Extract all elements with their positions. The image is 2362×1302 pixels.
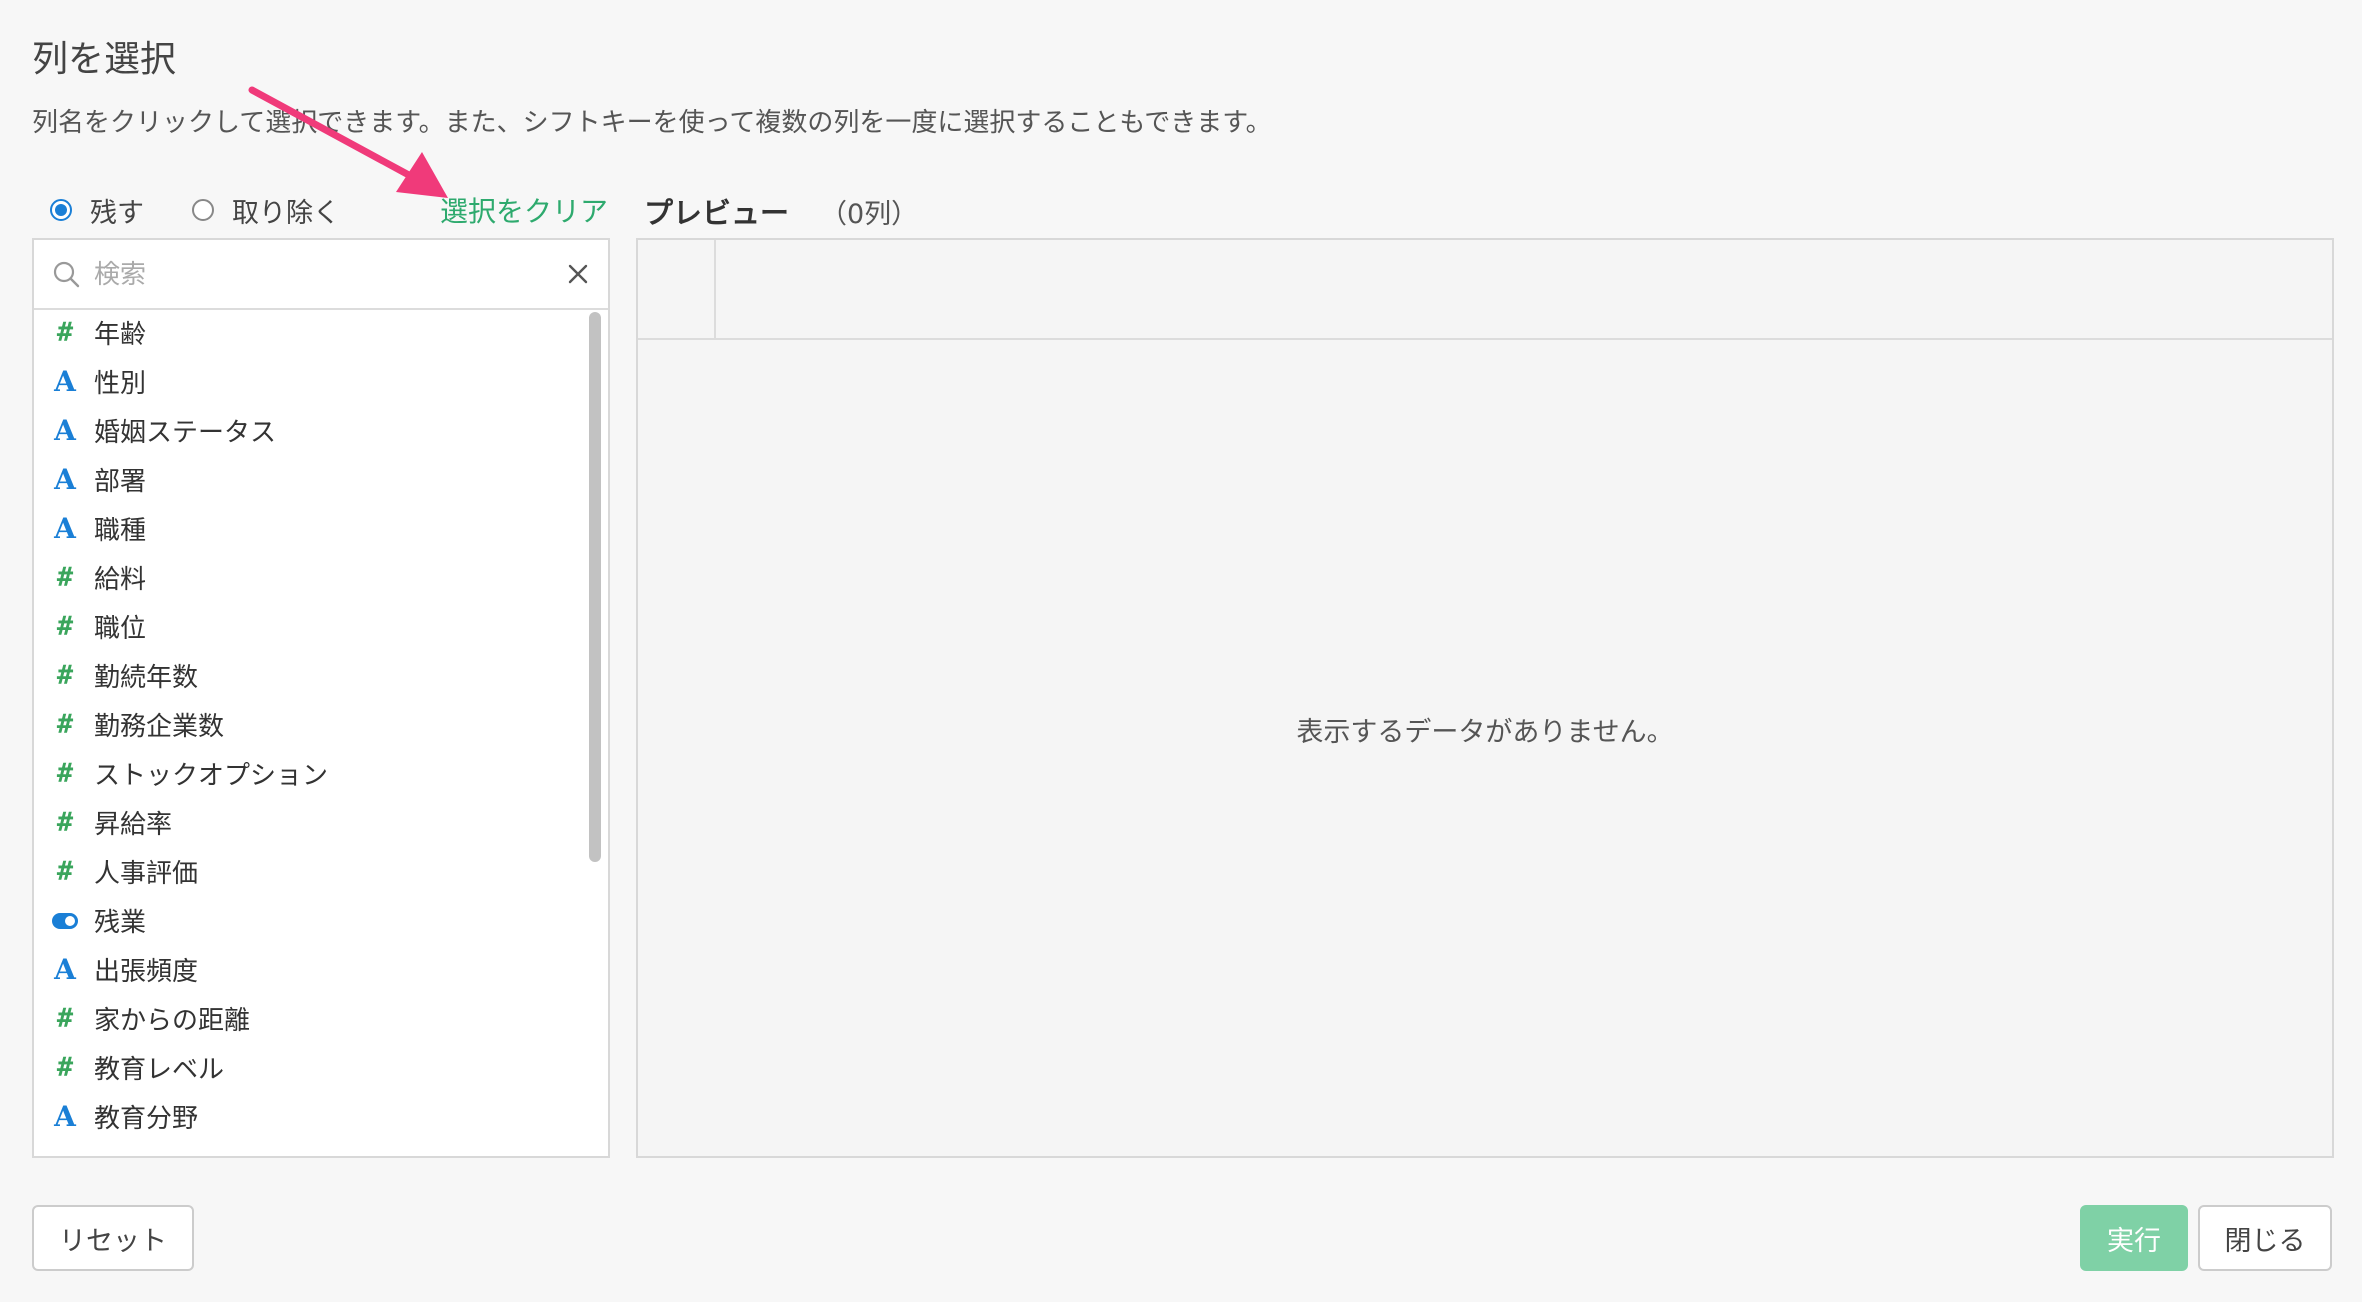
reset-button[interactable]: リセット — [32, 1205, 194, 1271]
column-list-panel: # 年齢 A 性別 A 婚姻ステータス A 部署 A 職種 # 給料 # 職位 # 勤続年数 # 勤務企業数 # スト… — [32, 238, 610, 1158]
hash-icon: # — [56, 1003, 74, 1034]
hash-icon: # — [56, 758, 74, 789]
hash-icon: # — [56, 1052, 74, 1083]
radio-keep-indicator[interactable] — [50, 199, 72, 221]
column-item[interactable]: # 年齢 — [34, 308, 582, 357]
preview-panel: 表示するデータがありません。 — [636, 238, 2334, 1158]
toggle-icon — [52, 912, 78, 929]
column-item[interactable]: # 教育レベル — [34, 1043, 582, 1092]
text-type-icon: A — [54, 953, 76, 986]
column-item[interactable]: 残業 — [34, 896, 582, 945]
column-item[interactable]: # 職位 — [34, 602, 582, 651]
column-item-label: 職種 — [94, 516, 147, 546]
hash-icon: # — [56, 709, 74, 740]
hash-icon: # — [56, 562, 74, 593]
column-item[interactable]: A 職種 — [34, 504, 582, 553]
search-icon — [53, 261, 80, 288]
annotation-arrow-icon — [248, 86, 448, 198]
clear-selection-link[interactable]: 選択をクリア — [440, 190, 608, 230]
column-item-label: 昇給率 — [94, 810, 173, 840]
text-type-icon: A — [54, 365, 76, 398]
preview-row-index-header — [638, 240, 716, 338]
column-item[interactable]: A 教育分野 — [34, 1092, 582, 1141]
column-item-label: 教育分野 — [94, 1104, 199, 1134]
column-item-label: 出張頻度 — [94, 957, 199, 987]
scrollbar-thumb[interactable] — [589, 312, 601, 862]
column-item-label: 残業 — [94, 908, 147, 938]
column-item[interactable]: A 出張頻度 — [34, 945, 582, 994]
column-list: # 年齢 A 性別 A 婚姻ステータス A 部署 A 職種 # 給料 # 職位 # 勤続年数 # 勤務企業数 # スト… — [34, 308, 582, 1156]
radio-keep[interactable]: 残す — [50, 191, 144, 230]
column-item[interactable]: # 人事評価 — [34, 847, 582, 896]
column-item-label: 勤続年数 — [94, 663, 199, 693]
column-item-label: 部署 — [94, 467, 147, 497]
column-item[interactable]: # 家からの距離 — [34, 994, 582, 1043]
dialog-description: 列名をクリックして選択できます。また、シフトキーを使って複数の列を一度に選択する… — [32, 108, 1272, 138]
preview-title: プレビュー — [644, 196, 790, 230]
hash-icon: # — [56, 856, 74, 887]
radio-remove-indicator[interactable] — [192, 199, 214, 221]
column-item-label: 性別 — [94, 369, 147, 399]
close-icon[interactable] — [566, 262, 590, 286]
column-item-label: 婚姻ステータス — [94, 418, 277, 448]
column-item[interactable]: A 婚姻ステータス — [34, 406, 582, 455]
preview-table-header — [638, 240, 2332, 340]
column-item-label: 教育レベル — [94, 1055, 225, 1085]
column-item-label: 年齢 — [94, 320, 147, 350]
text-type-icon: A — [54, 463, 76, 496]
column-item[interactable]: # 昇給率 — [34, 798, 582, 847]
search-input[interactable] — [92, 254, 536, 296]
column-item-label: ストックオプション — [94, 761, 329, 791]
radio-keep-label: 残す — [90, 197, 144, 229]
list-scrollbar[interactable] — [588, 312, 602, 1152]
column-item[interactable]: A 性別 — [34, 357, 582, 406]
column-item-label: 職位 — [94, 614, 147, 644]
empty-message: 表示するデータがありません。 — [1296, 717, 1674, 748]
column-item-label: 勤務企業数 — [94, 712, 225, 742]
search-bar — [34, 240, 608, 310]
column-item-label: 人事評価 — [94, 859, 199, 889]
hash-icon: # — [56, 611, 74, 642]
text-type-icon: A — [54, 512, 76, 545]
column-item-label: 家からの距離 — [94, 1006, 251, 1036]
column-item[interactable]: # 給料 — [34, 553, 582, 602]
text-type-icon: A — [54, 1100, 76, 1133]
column-item-label: 給料 — [94, 565, 147, 595]
column-item[interactable]: # 勤続年数 — [34, 651, 582, 700]
dialog-title: 列を選択 — [32, 39, 177, 80]
text-type-icon: A — [54, 414, 76, 447]
hash-icon: # — [56, 660, 74, 691]
hash-icon: # — [56, 807, 74, 838]
column-item[interactable]: # ストックオプション — [34, 749, 582, 798]
column-item[interactable]: A 部署 — [34, 455, 582, 504]
preview-column-count: （0列） — [820, 199, 919, 230]
run-button[interactable]: 実行 — [2080, 1205, 2188, 1271]
close-button[interactable]: 閉じる — [2198, 1205, 2332, 1271]
hash-icon: # — [56, 317, 74, 348]
column-item[interactable]: # 勤務企業数 — [34, 700, 582, 749]
